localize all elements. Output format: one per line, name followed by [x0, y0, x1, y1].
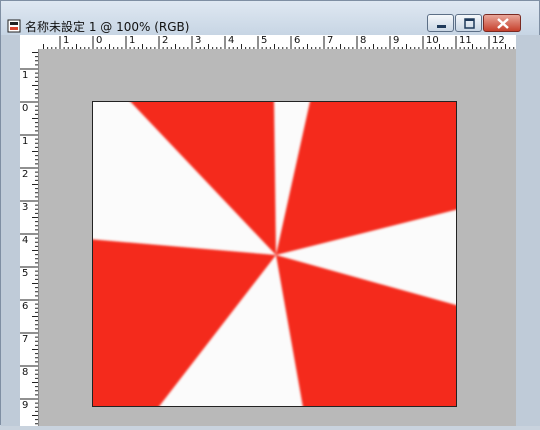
ruler-label: 12: [492, 35, 505, 46]
ruler-label: 5: [261, 35, 268, 46]
maximize-button[interactable]: [455, 14, 482, 32]
ruler-label: 1: [22, 136, 29, 147]
ruler-origin[interactable]: [20, 35, 39, 50]
ruler-label: 7: [327, 35, 334, 46]
ruler-label: 6: [22, 301, 29, 312]
ruler-label: 3: [195, 35, 202, 46]
ruler-label: 2: [22, 169, 29, 180]
document-image-icon: [7, 19, 21, 33]
document-window: 名称未設定 1 @ 100% (RGB) 1 0 1 2 3 4 5 6 7 8 9 10 11 12 1…: [0, 0, 540, 426]
window-title: 名称未設定 1 @ 100% (RGB): [25, 20, 190, 34]
ruler-label: 0: [22, 103, 29, 114]
ruler-label: 3: [22, 202, 29, 213]
close-icon: [497, 18, 509, 29]
ruler-label: 9: [22, 400, 29, 411]
ruler-label: 2: [162, 35, 169, 46]
close-button[interactable]: [483, 14, 521, 32]
minimize-icon: [437, 25, 446, 28]
ruler-label: 10: [426, 35, 439, 46]
vertical-scrollbar[interactable]: [516, 35, 540, 426]
vertical-ruler[interactable]: 1 0 1 2 3 4 5 6 7 8 9: [20, 49, 39, 426]
ruler-label: 4: [228, 35, 235, 46]
starburst-artwork: [93, 102, 456, 406]
ruler-label: 6: [294, 35, 301, 46]
document-canvas[interactable]: [92, 101, 457, 407]
horizontal-ruler[interactable]: 1 0 1 2 3 4 5 6 7 8 9 10 11 12: [38, 35, 516, 50]
ruler-label: 8: [22, 367, 29, 378]
horizontal-ruler-ticks: [43, 36, 515, 50]
title-bar[interactable]: 名称未設定 1 @ 100% (RGB): [1, 1, 539, 35]
ruler-label: 4: [22, 235, 29, 246]
ruler-label: 5: [22, 268, 29, 279]
ruler-label: 1: [22, 70, 29, 81]
minimize-button[interactable]: [427, 14, 454, 32]
ruler-label: 9: [393, 35, 400, 46]
ruler-label: 1: [63, 35, 70, 46]
ruler-label: 0: [96, 35, 103, 46]
ruler-label: 1: [129, 35, 136, 46]
window-left-frame: [1, 35, 20, 426]
ruler-label: 11: [459, 35, 472, 46]
maximize-icon: [464, 18, 475, 29]
ruler-label: 7: [22, 334, 29, 345]
ruler-label: 8: [360, 35, 367, 46]
